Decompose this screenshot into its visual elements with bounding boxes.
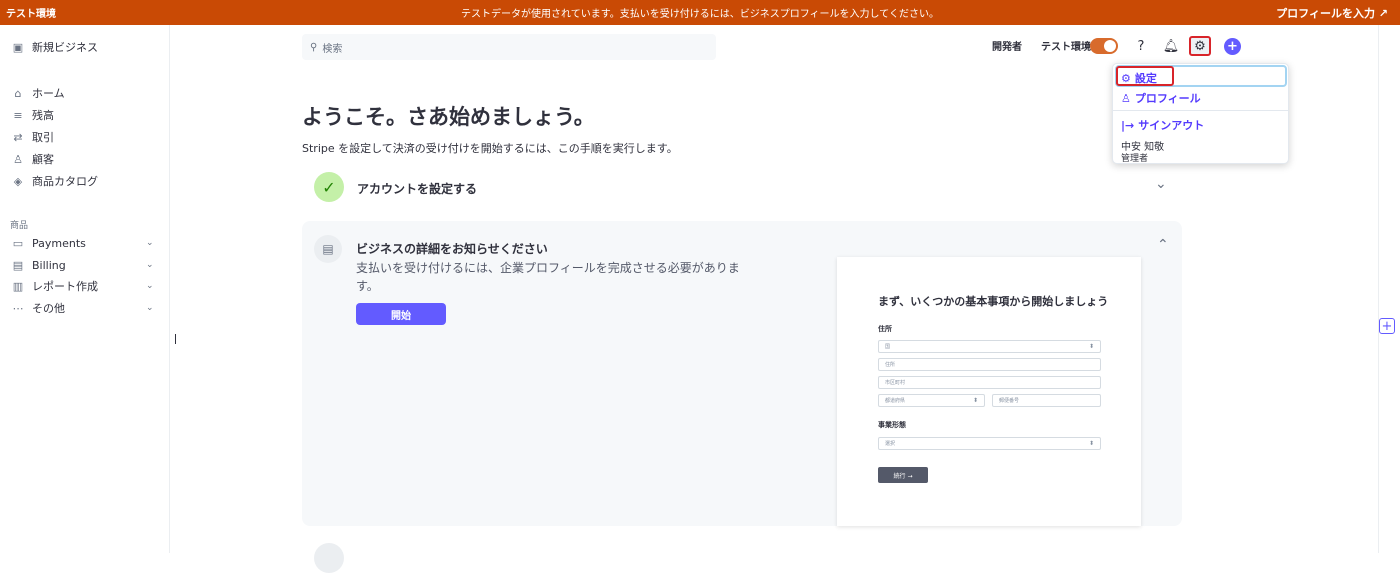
menu-item-label: プロフィール (1134, 92, 1201, 105)
field-text: 都道府県 (885, 398, 906, 404)
field-text: 郵便番号 (999, 398, 1020, 404)
search-icon: ⚲ (310, 41, 318, 53)
transactions-icon: ⇄ (13, 130, 23, 144)
balance-icon: ≡ (13, 108, 23, 122)
page-subtitle: Stripe を設定して決済の受け付けを開始するには、この手順を実行します。 (302, 142, 678, 155)
product-catalog-icon: ◈ (13, 174, 23, 188)
sidebar-item-reports[interactable]: ▥ レポート作成 ⌄ (10, 276, 154, 296)
document-icon: ▤ (314, 235, 342, 263)
chevron-down-icon: ⌄ (146, 260, 154, 270)
test-mode-banner: テスト環境 テストデータが使用されています。支払いを受け付けるには、ビジネスプロ… (0, 0, 1400, 25)
gear-icon: ⚙ (1121, 71, 1131, 85)
settings-gear-icon[interactable]: ⚙ (1189, 36, 1211, 56)
business-type-select: 選択 ⬍ (878, 437, 1101, 450)
chevron-down-icon[interactable]: ⌄ (1155, 176, 1167, 192)
sidebar-item-label: 取引 (32, 131, 54, 144)
reports-icon: ▥ (12, 279, 24, 293)
business-form-preview: まず、いくつかの基本事項から開始しましょう 住所 国 ⬍ 住所 市区町村 都道府県… (837, 257, 1141, 526)
menu-divider (1113, 110, 1288, 111)
step-title: ビジネスの詳細をお知らせください (356, 242, 548, 256)
field-text: 住所 (885, 362, 896, 368)
billing-icon: ▤ (12, 258, 24, 272)
postal-field: 郵便番号 (992, 394, 1101, 407)
text-cursor (175, 334, 176, 344)
test-env-toggle[interactable] (1090, 38, 1118, 54)
sidebar-item-label: 商品カタログ (32, 175, 98, 188)
menu-item-label: 設定 (1134, 72, 1157, 85)
start-button[interactable]: 開始 (356, 303, 446, 325)
prefecture-select: 都道府県 ⬍ (878, 394, 985, 407)
menu-item-profile[interactable]: ♙ プロフィール (1121, 90, 1201, 106)
sidebar-item-label: Billing (32, 258, 66, 272)
sidebar-item-balance[interactable]: ≡ 残高 (10, 105, 54, 125)
account-name: 新規ビジネス (32, 41, 98, 54)
chevron-down-icon: ⌄ (146, 281, 154, 291)
step-business-details-card: ▤ ビジネスの詳細をお知らせください 支払いを受け付けるには、企業プロフィールを… (302, 221, 1182, 526)
next-step-icon (314, 543, 344, 573)
more-icon: ⋯ (12, 301, 24, 315)
sidebar-item-label: 残高 (32, 109, 54, 122)
developers-link[interactable]: 開発者 (992, 38, 1022, 53)
sidebar-item-product-catalog[interactable]: ◈ 商品カタログ (10, 171, 98, 191)
sidebar-item-label: レポート作成 (32, 280, 98, 293)
sidebar-item-label: 顧客 (32, 153, 54, 166)
home-icon: ⌂ (14, 86, 22, 100)
signout-icon: |→ (1121, 118, 1135, 132)
address-field: 住所 (878, 358, 1101, 371)
sidebar-item-home[interactable]: ⌂ ホーム (10, 83, 65, 103)
help-icon[interactable]: ? (1130, 36, 1152, 56)
create-plus-icon[interactable]: + (1224, 38, 1241, 55)
menu-item-signout[interactable]: |→ サインアウト (1121, 117, 1204, 133)
city-field: 市区町村 (878, 376, 1101, 389)
select-arrow-icon: ⬍ (972, 397, 978, 404)
page-title: ようこそ。さあ始めましょう。 (302, 105, 595, 129)
select-arrow-icon: ⬍ (1088, 440, 1094, 447)
sidebar-item-payments[interactable]: ▭ Payments ⌄ (10, 233, 154, 253)
step-label: アカウントを設定する (357, 182, 478, 196)
sidebar-item-label: ホーム (32, 87, 65, 100)
menu-item-label: サインアウト (1138, 119, 1205, 132)
business-type-label: 事業形態 (878, 421, 906, 429)
chevron-up-icon[interactable]: ⌃ (1157, 237, 1169, 253)
payments-icon: ▭ (12, 236, 24, 250)
field-text: 選択 (885, 441, 896, 447)
step-account-setup[interactable]: ✓ アカウントを設定する ⌄ (302, 168, 1182, 206)
step-description: 支払いを受け付けるには、企業プロフィールを完成させる必要があります。 (356, 261, 740, 293)
search-placeholder: 検索 (322, 43, 343, 55)
sidebar-item-billing[interactable]: ▤ Billing ⌄ (10, 255, 154, 275)
right-rail-divider (1378, 25, 1379, 553)
field-text: 国 (885, 344, 891, 350)
address-label: 住所 (878, 325, 892, 333)
notification-bell-icon[interactable]: 🔔︎ (1160, 36, 1182, 56)
preview-next-button: 続行 → (878, 467, 928, 483)
test-env-toggle-label: テスト環境 (1041, 42, 1091, 53)
rail-add-icon[interactable]: + (1379, 318, 1395, 334)
products-section-label: 商品 (10, 221, 29, 231)
user-role: 管理者 (1121, 154, 1149, 164)
sidebar-item-label: その他 (32, 302, 65, 315)
sidebar-item-customers[interactable]: ♙ 顧客 (10, 149, 54, 169)
chevron-down-icon: ⌄ (146, 238, 154, 248)
store-icon: ▣ (12, 40, 24, 54)
sidebar-item-transactions[interactable]: ⇄ 取引 (10, 127, 54, 147)
settings-dropdown-menu: ⚙ 設定 ♙ プロフィール |→ サインアウト 中安 知敬 管理者 (1112, 63, 1289, 164)
account-switcher[interactable]: ▣ 新規ビジネス (10, 37, 98, 57)
field-text: 市区町村 (885, 380, 906, 386)
user-icon: ♙ (1121, 91, 1131, 105)
menu-item-settings[interactable]: ⚙ 設定 (1121, 70, 1157, 86)
chevron-down-icon: ⌄ (146, 303, 154, 313)
search-input[interactable]: ⚲ 検索 (302, 34, 716, 60)
banner-message: テストデータが使用されています。支払いを受け付けるには、ビジネスプロフィールを入… (461, 9, 939, 20)
sidebar: ▣ 新規ビジネス ⌂ ホーム ≡ 残高 ⇄ 取引 ♙ 顧客 ◈ 商品カタログ 商… (0, 25, 170, 553)
checkmark-icon: ✓ (314, 172, 344, 202)
sidebar-item-more[interactable]: ⋯ その他 ⌄ (10, 298, 154, 318)
country-select: 国 ⬍ (878, 340, 1101, 353)
enter-profile-link[interactable]: プロフィールを入力 ↗ (1276, 5, 1388, 21)
select-arrow-icon: ⬍ (1088, 343, 1094, 350)
sidebar-item-label: Payments (32, 236, 86, 250)
toggle-knob (1104, 40, 1116, 52)
customers-icon: ♙ (13, 152, 23, 166)
preview-title: まず、いくつかの基本事項から開始しましょう (878, 295, 1109, 308)
